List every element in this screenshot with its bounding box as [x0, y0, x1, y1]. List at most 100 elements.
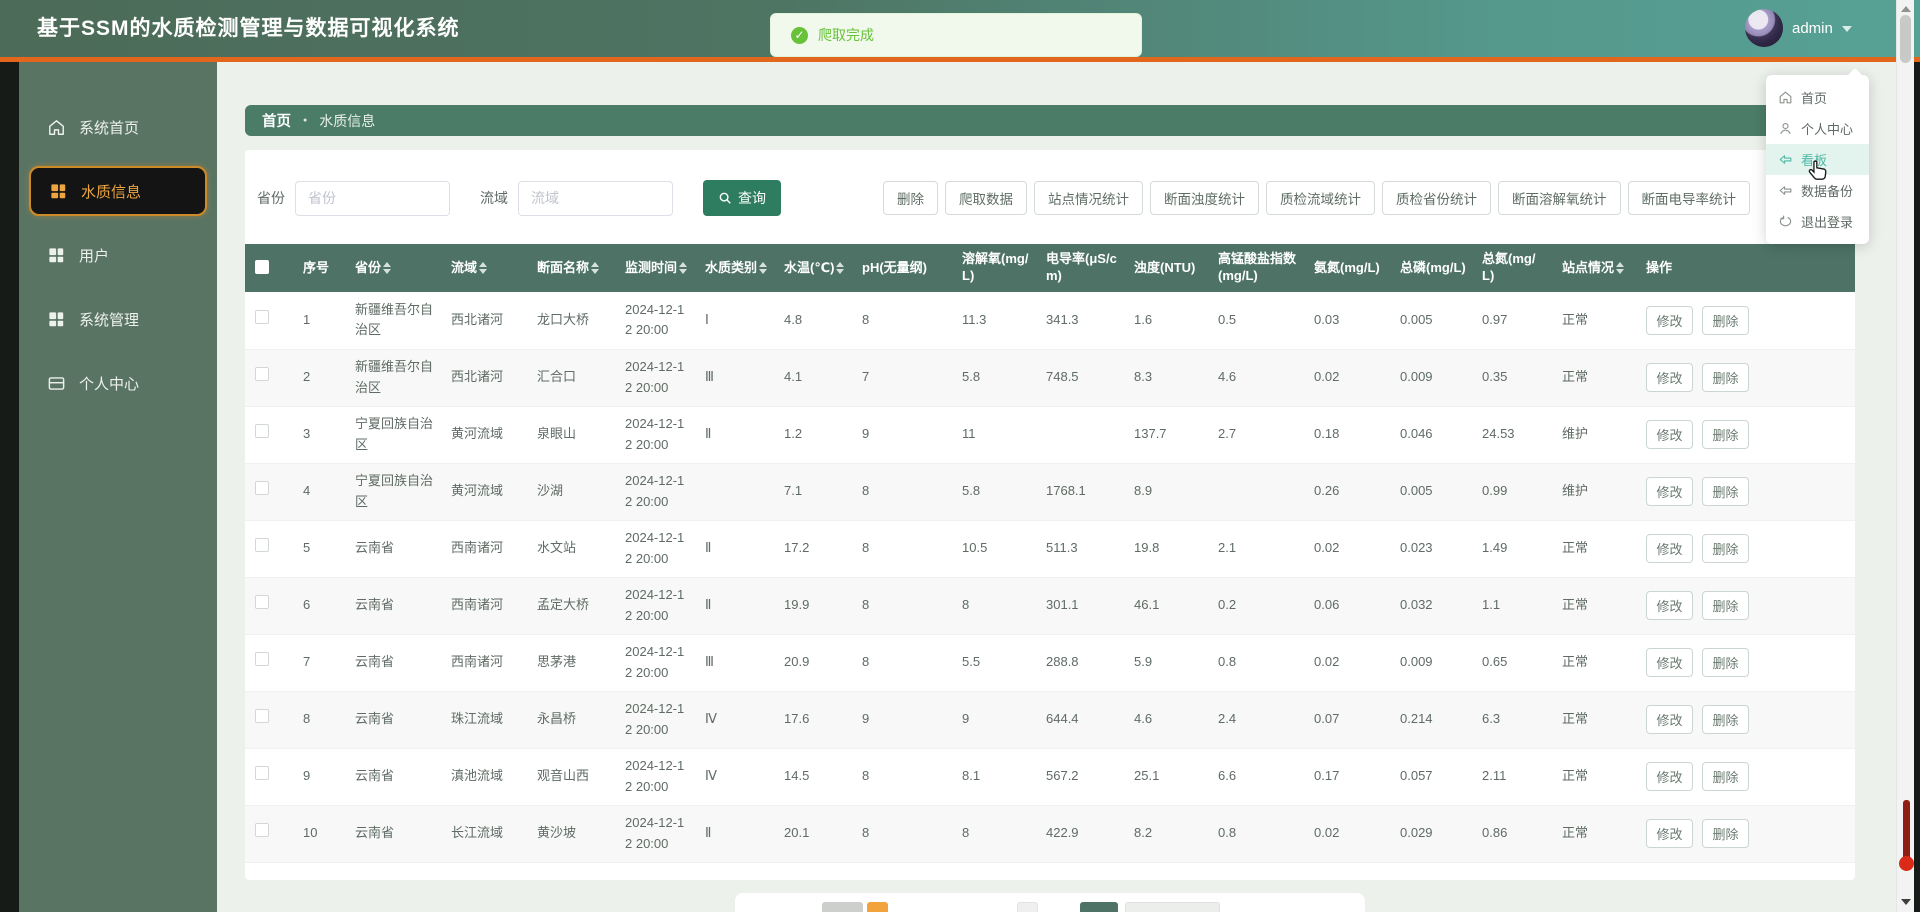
breadcrumb-home[interactable]: 首页 [262, 110, 291, 131]
scroll-marker-ball[interactable] [1899, 856, 1914, 871]
sidebar-item-4[interactable]: 个人中心 [19, 358, 217, 408]
row-edit-button[interactable]: 修改 [1646, 762, 1693, 791]
row-checkbox[interactable] [255, 367, 269, 382]
toolbar-button-0[interactable]: 删除 [883, 181, 938, 215]
row-delete-button[interactable]: 删除 [1702, 648, 1749, 677]
toolbar-button-7[interactable]: 断面电导率统计 [1627, 181, 1750, 215]
row-edit-button[interactable]: 修改 [1646, 591, 1693, 620]
toolbar-button-3[interactable]: 断面浊度统计 [1150, 181, 1259, 215]
sidebar-item-2[interactable]: 用户 [19, 230, 217, 280]
cell: 46.1 [1124, 577, 1208, 635]
sidebar-item-1[interactable]: 水质信息 [29, 166, 207, 216]
sort-carets-icon[interactable] [759, 261, 768, 274]
user-menu-item-1[interactable]: 个人中心 [1766, 113, 1869, 144]
toolbar-button-4[interactable]: 质检流域统计 [1266, 181, 1375, 215]
row-delete-button[interactable]: 删除 [1702, 363, 1749, 392]
scrollbar[interactable] [1896, 0, 1914, 912]
sidebar-item-0[interactable]: 系统首页 [19, 102, 217, 152]
column-header-4[interactable]: 监测时间 [615, 244, 695, 292]
cell: 正常 [1552, 748, 1636, 806]
row-checkbox[interactable] [255, 481, 269, 496]
sort-carets-icon[interactable] [679, 261, 688, 274]
scroll-marker-rod[interactable] [1903, 800, 1910, 862]
row-checkbox[interactable] [255, 538, 269, 553]
row-checkbox[interactable] [255, 709, 269, 724]
cell: 龙口大桥 [527, 292, 615, 350]
row-edit-button[interactable]: 修改 [1646, 420, 1693, 449]
row-delete-button[interactable]: 删除 [1702, 819, 1749, 848]
cursor-hand-icon [1808, 160, 1829, 190]
cell: 永昌桥 [527, 691, 615, 749]
toolbar-button-2[interactable]: 站点情况统计 [1034, 181, 1143, 215]
cell: 9 [293, 748, 345, 806]
user-menu-trigger[interactable]: admin [1745, 5, 1852, 51]
toolbar-button-1[interactable]: 爬取数据 [945, 181, 1027, 215]
column-header-2[interactable]: 流域 [441, 244, 527, 292]
sort-carets-icon[interactable] [1616, 261, 1625, 274]
cell [1036, 406, 1124, 464]
row-checkbox[interactable] [255, 424, 269, 439]
row-delete-button[interactable]: 删除 [1702, 762, 1749, 791]
row-checkbox[interactable] [255, 595, 269, 610]
pagination-current-page[interactable] [867, 902, 888, 912]
column-header-1[interactable]: 省份 [345, 244, 441, 292]
cell: 西北诸河 [441, 349, 527, 407]
user-menu-item-0[interactable]: 首页 [1766, 82, 1869, 113]
cell: 8.3 [1124, 349, 1208, 407]
search-button[interactable]: 查询 [703, 180, 781, 216]
column-header-label: 流域 [451, 259, 478, 275]
province-input[interactable] [295, 180, 450, 216]
scrollbar-thumb[interactable] [1900, 15, 1911, 63]
row-edit-button[interactable]: 修改 [1646, 363, 1693, 392]
row-delete-button[interactable]: 删除 [1702, 420, 1749, 449]
toolbar-button-5[interactable]: 质检省份统计 [1382, 181, 1491, 215]
column-header-6[interactable]: 水温(℃) [774, 244, 852, 292]
row-actions-cell: 修改 删除 [1636, 292, 1855, 350]
row-edit-button[interactable]: 修改 [1646, 648, 1693, 677]
row-delete-button[interactable]: 删除 [1702, 705, 1749, 734]
grid-icon [47, 246, 66, 265]
pagination-go-button[interactable] [1080, 902, 1118, 912]
column-header-15[interactable]: 站点情况 [1552, 244, 1636, 292]
row-edit-button[interactable]: 修改 [1646, 305, 1693, 335]
sort-carets-icon[interactable] [383, 261, 392, 274]
sort-carets-icon[interactable] [479, 261, 488, 274]
column-header-wrap: 水质类别 [705, 260, 768, 277]
row-checkbox[interactable] [255, 310, 269, 325]
select-all-checkbox[interactable] [255, 259, 269, 274]
row-checkbox[interactable] [255, 652, 269, 667]
toolbar-button-6[interactable]: 断面溶解氧统计 [1498, 181, 1621, 215]
row-checkbox[interactable] [255, 766, 269, 781]
table-row: 10 云南省 长江流域 黄沙坡 2024-12-12 20:00 Ⅱ 20.1 8 8 422.9… [245, 805, 1855, 863]
row-delete-button[interactable]: 删除 [1702, 534, 1749, 563]
cell: 西南诸河 [441, 520, 527, 578]
row-checkbox[interactable] [255, 823, 269, 838]
row-edit-button[interactable]: 修改 [1646, 705, 1693, 734]
cell: 0.5 [1208, 292, 1304, 350]
cell: 5.9 [1124, 634, 1208, 692]
row-edit-button[interactable]: 修改 [1646, 477, 1693, 506]
cell: 0.023 [1390, 520, 1472, 578]
sort-carets-icon[interactable] [591, 261, 600, 274]
pagination-input[interactable] [1125, 902, 1220, 912]
toast-message: 爬取完成 [818, 27, 874, 43]
column-header-3[interactable]: 断面名称 [527, 244, 615, 292]
basin-input[interactable] [518, 180, 673, 216]
pagination-page-button[interactable] [1017, 902, 1038, 912]
row-edit-button[interactable]: 修改 [1646, 534, 1693, 563]
sort-carets-icon[interactable] [836, 261, 845, 274]
user-menu-item-4[interactable]: 退出登录 [1766, 206, 1869, 237]
row-edit-button[interactable]: 修改 [1646, 819, 1693, 848]
scroll-up-arrow-icon[interactable] [1901, 6, 1911, 12]
column-header-5[interactable]: 水质类别 [695, 244, 774, 292]
column-header-16: 操作 [1636, 244, 1855, 292]
scroll-down-arrow-icon[interactable] [1901, 899, 1911, 905]
cell: 0.009 [1390, 349, 1472, 407]
row-delete-button[interactable]: 删除 [1702, 591, 1749, 620]
cell: 0.86 [1472, 805, 1552, 863]
row-delete-button[interactable]: 删除 [1702, 477, 1749, 506]
row-delete-button[interactable]: 删除 [1702, 305, 1749, 335]
pagination-prev-button[interactable] [822, 902, 863, 912]
sidebar-item-3[interactable]: 系统管理 [19, 294, 217, 344]
cell: 2024-12-12 20:00 [615, 292, 695, 350]
